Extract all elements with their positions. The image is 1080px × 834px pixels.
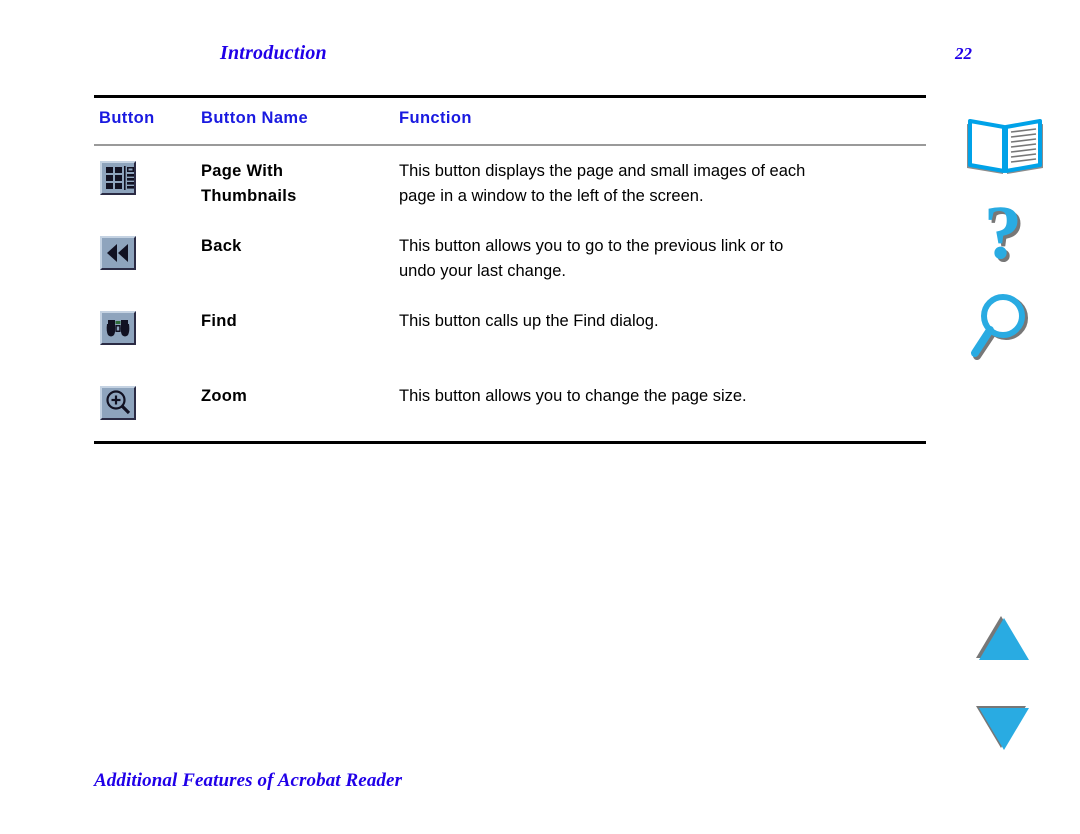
column-header-button: Button xyxy=(99,109,155,127)
function-line-2: undo your last change. xyxy=(399,262,566,280)
button-name-line-1: Back xyxy=(201,237,242,255)
page-with-thumbnails-icon[interactable] xyxy=(100,161,136,195)
table-cell-button-name: Zoom xyxy=(201,384,391,409)
column-header-function: Function xyxy=(399,109,472,127)
page-header: Introduction 22 xyxy=(94,42,972,72)
find-binoculars-icon[interactable] xyxy=(100,311,136,345)
function-line-1: This button displays the page and small … xyxy=(399,162,806,180)
button-name-line-1: Page With xyxy=(201,162,284,180)
question-mark-icon[interactable]: ? ? xyxy=(955,191,1055,286)
table-cell-function: This button allows you to change the pag… xyxy=(399,384,929,409)
magnifier-icon[interactable] xyxy=(955,292,1055,372)
zoom-magnifier-icon[interactable] xyxy=(100,386,136,420)
navigation-icon-bar: ? ? xyxy=(955,0,1065,834)
table-header-row: Button Button Name Function xyxy=(94,109,926,143)
button-name-line-2: Thumbnails xyxy=(201,187,297,205)
page-footer: Additional Features of Acrobat Reader xyxy=(94,770,926,792)
page-title: Introduction xyxy=(220,42,327,64)
table-row: Back This button allows you to go to the… xyxy=(94,226,926,301)
table-cell-button-icon xyxy=(100,386,140,424)
table-cell-button-name: Find xyxy=(201,309,391,334)
table-cell-button-icon xyxy=(100,161,140,199)
table-row: Find This button calls up the Find dialo… xyxy=(94,301,926,376)
table-top-rule xyxy=(94,95,926,98)
svg-text:?: ? xyxy=(984,196,1022,275)
column-header-button-name: Button Name xyxy=(201,109,309,127)
table-cell-button-icon xyxy=(100,236,140,274)
function-line-1: This button allows you to go to the prev… xyxy=(399,237,784,255)
table-header-rule xyxy=(94,144,926,146)
button-name-line-1: Find xyxy=(201,312,238,330)
table-row: Page With Thumbnails This button display… xyxy=(94,151,926,226)
footer-link-additional-features[interactable]: Additional Features of Acrobat Reader xyxy=(94,770,402,791)
table-cell-function: This button allows you to go to the prev… xyxy=(399,234,929,284)
function-line-2: page in a window to the left of the scre… xyxy=(399,187,704,205)
function-line-1: This button allows you to change the pag… xyxy=(399,387,747,405)
table-cell-function: This button displays the page and small … xyxy=(399,159,929,209)
function-line-1: This button calls up the Find dialog. xyxy=(399,312,659,330)
button-name-line-1: Zoom xyxy=(201,387,248,405)
open-book-icon[interactable] xyxy=(955,112,1055,182)
table-cell-button-name: Page With Thumbnails xyxy=(201,159,391,209)
back-icon[interactable] xyxy=(100,236,136,270)
table-row: Zoom This button allows you to change th… xyxy=(94,376,926,451)
table-cell-button-icon xyxy=(100,311,140,349)
table-body: Page With Thumbnails This button display… xyxy=(94,151,926,451)
up-triangle-icon[interactable] xyxy=(955,612,1055,668)
table-cell-button-name: Back xyxy=(201,234,391,259)
table-cell-function: This button calls up the Find dialog. xyxy=(399,309,929,334)
down-triangle-icon[interactable] xyxy=(955,700,1055,756)
